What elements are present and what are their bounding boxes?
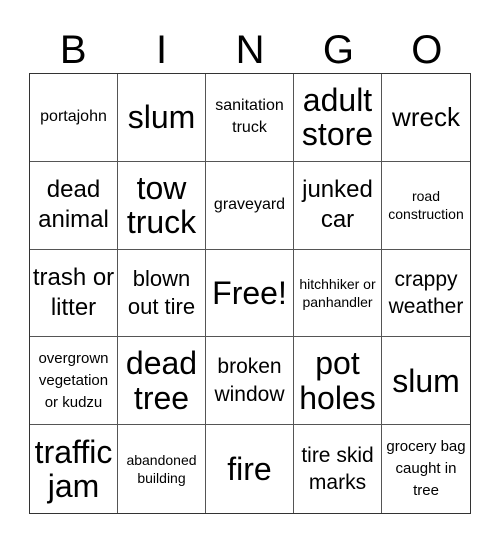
cell-label: dead tree bbox=[125, 345, 198, 416]
cell-label: dead animal bbox=[38, 176, 109, 234]
bingo-cell[interactable]: junked car bbox=[294, 161, 382, 250]
cell-label: portajohn bbox=[40, 108, 107, 126]
cell-label: tow truck bbox=[126, 169, 197, 241]
bingo-cell[interactable]: slum bbox=[118, 74, 206, 162]
bingo-cell[interactable]: adult store bbox=[294, 74, 382, 162]
bingo-cell[interactable]: tire skid marks bbox=[294, 425, 382, 513]
cell-label: blown out tire bbox=[127, 266, 196, 319]
cell-label: traffic jam bbox=[34, 433, 113, 505]
bingo-grid: portajohn slum sanitation truck adult store… bbox=[29, 73, 471, 514]
cell-label: Free! bbox=[212, 274, 287, 311]
bingo-header: B I N G O bbox=[29, 28, 471, 72]
bingo-cell[interactable]: crappy weather bbox=[382, 250, 470, 338]
bingo-cell[interactable]: slum bbox=[382, 337, 470, 426]
free-space-cell[interactable]: Free! bbox=[206, 249, 294, 338]
bingo-cell[interactable]: fire bbox=[206, 425, 294, 513]
cell-label: fire bbox=[227, 450, 272, 487]
bingo-cell[interactable]: grocery bag caught in tree bbox=[382, 425, 470, 513]
bingo-cell[interactable]: traffic jam bbox=[30, 425, 118, 513]
cell-label: road construction bbox=[388, 188, 464, 223]
bingo-cell[interactable]: hitchhiker or panhandler bbox=[294, 249, 382, 338]
header-letter-i: I bbox=[156, 28, 168, 72]
bingo-cell[interactable]: pot holes bbox=[294, 337, 382, 426]
cell-label: overgrown vegetation or kudzu bbox=[38, 350, 109, 411]
bingo-cell[interactable]: portajohn bbox=[30, 74, 118, 162]
header-letter-o: O bbox=[411, 28, 443, 72]
bingo-cell[interactable]: trash or litter bbox=[30, 249, 118, 338]
bingo-cell[interactable]: graveyard bbox=[206, 161, 294, 250]
bingo-cell[interactable]: wreck bbox=[382, 74, 470, 162]
header-letter-b: B bbox=[59, 28, 87, 72]
cell-label: trash or litter bbox=[32, 263, 115, 321]
cell-label: junked car bbox=[302, 176, 373, 234]
cell-label: sanitation truck bbox=[215, 97, 284, 137]
bingo-cell[interactable]: blown out tire bbox=[118, 249, 206, 338]
cell-label: slum bbox=[127, 99, 196, 136]
bingo-cell[interactable]: sanitation truck bbox=[206, 74, 294, 162]
cell-label: slum bbox=[392, 362, 460, 399]
cell-label: abandoned building bbox=[126, 451, 197, 487]
cell-label: adult store bbox=[301, 81, 374, 153]
cell-label: tire skid marks bbox=[301, 443, 374, 495]
bingo-cell[interactable]: tow truck bbox=[118, 161, 206, 250]
header-letter-g: G bbox=[322, 28, 354, 72]
cell-label: hitchhiker or panhandler bbox=[299, 275, 376, 310]
header-letter-n: N bbox=[235, 28, 265, 72]
bingo-cell[interactable]: broken window bbox=[206, 337, 294, 426]
bingo-cell[interactable]: dead animal bbox=[30, 161, 118, 250]
cell-label: broken window bbox=[214, 355, 285, 406]
bingo-cell[interactable]: road construction bbox=[382, 162, 470, 250]
bingo-cell[interactable]: dead tree bbox=[118, 337, 206, 426]
bingo-cell[interactable]: abandoned building bbox=[118, 425, 206, 513]
bingo-cell[interactable]: overgrown vegetation or kudzu bbox=[30, 337, 118, 426]
cell-label: pot holes bbox=[299, 345, 376, 416]
cell-label: crappy weather bbox=[388, 267, 464, 318]
cell-label: grocery bag caught in tree bbox=[386, 438, 466, 499]
cell-label: wreck bbox=[392, 101, 460, 132]
cell-label: graveyard bbox=[213, 196, 286, 213]
